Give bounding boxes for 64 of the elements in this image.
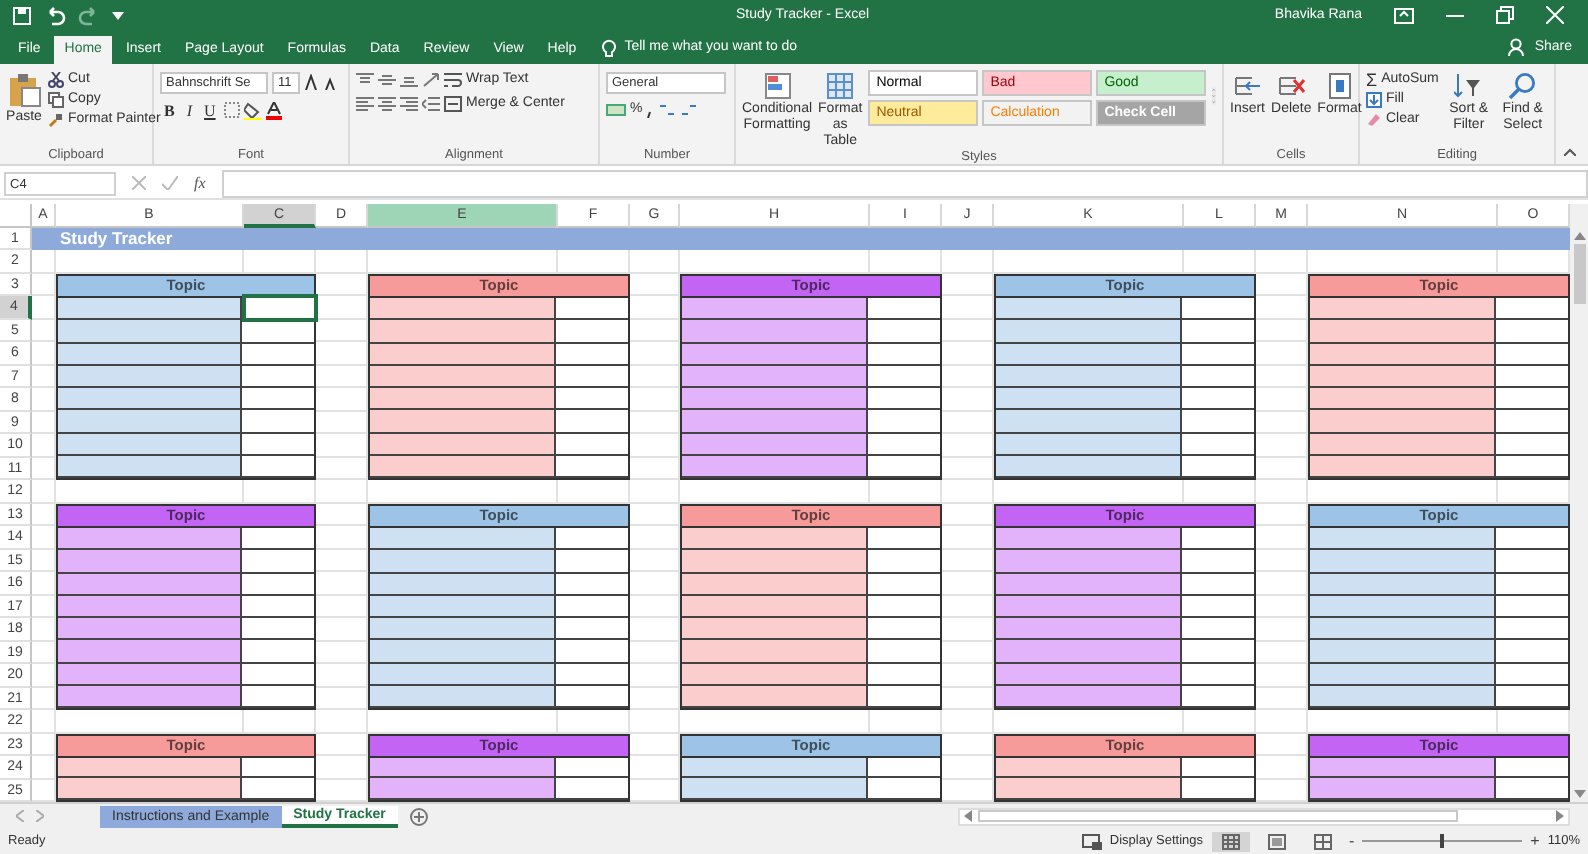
decrease-decimal-icon[interactable] — [680, 101, 699, 118]
grow-font-icon[interactable] — [304, 74, 320, 91]
merge-center-icon — [444, 95, 462, 112]
decrease-indent-icon[interactable] — [422, 95, 440, 112]
search-icon — [1508, 71, 1537, 100]
table-icon — [826, 71, 855, 100]
insert-function-button[interactable]: fx — [194, 174, 206, 193]
checkmark-icon[interactable] — [162, 176, 178, 191]
align-bottom-icon[interactable] — [400, 71, 418, 88]
wrap-text-icon — [444, 71, 462, 88]
add-sheet-icon[interactable] — [409, 807, 428, 826]
clipboard-icon[interactable] — [6, 71, 42, 108]
currency-icon[interactable] — [606, 101, 626, 118]
zoom-out-button[interactable]: - — [1349, 832, 1355, 851]
paintbrush-icon — [48, 111, 64, 128]
restore-icon[interactable] — [1496, 6, 1514, 25]
insert-cells-icon — [1233, 71, 1262, 100]
sheet-title: Study Tracker — [32, 227, 1570, 251]
zoom-slider-thumb[interactable] — [1440, 834, 1445, 849]
fill-color-icon[interactable] — [243, 101, 262, 120]
previous-sheet-icon[interactable] — [16, 810, 24, 823]
format-cells-icon — [1325, 71, 1354, 100]
person-icon — [1508, 38, 1525, 57]
copy-icon — [48, 91, 64, 108]
formula-input-field[interactable] — [221, 169, 1588, 198]
undo-icon[interactable] — [44, 5, 66, 26]
align-top-icon[interactable] — [356, 71, 374, 88]
fill-down-icon — [1366, 91, 1382, 108]
scrollbar-thumb[interactable] — [1573, 243, 1585, 304]
scroll-right-icon[interactable] — [1556, 810, 1564, 823]
sigma-icon: Σ — [1366, 71, 1378, 88]
delete-cells-icon — [1277, 71, 1306, 100]
borders-icon[interactable] — [223, 102, 240, 119]
scissors-icon — [48, 71, 64, 88]
sort-filter-icon — [1454, 71, 1483, 100]
vertical-scrollbar[interactable] — [1570, 203, 1588, 803]
conditional-formatting-icon — [763, 71, 792, 100]
save-icon[interactable] — [12, 5, 32, 26]
shrink-font-icon[interactable] — [324, 75, 338, 90]
caret-icon[interactable] — [112, 9, 124, 22]
align-right-icon[interactable] — [400, 95, 418, 112]
horizontal-scrollbar[interactable] — [958, 807, 1570, 826]
underline-button[interactable]: U — [200, 101, 220, 120]
font-color-icon[interactable] — [265, 101, 282, 120]
eraser-icon — [1366, 111, 1382, 128]
italic-button[interactable]: I — [182, 101, 197, 120]
normal-view-icon[interactable] — [1211, 831, 1249, 852]
next-sheet-icon[interactable] — [36, 810, 44, 823]
increase-decimal-icon[interactable] — [658, 101, 677, 118]
align-middle-icon[interactable] — [378, 71, 396, 88]
scroll-left-icon[interactable] — [964, 810, 972, 823]
scrollbar-thumb[interactable] — [978, 810, 1458, 823]
close-icon[interactable] — [1546, 6, 1564, 25]
ribbon-display-icon[interactable] — [1394, 7, 1414, 24]
display-settings-icon — [1081, 833, 1102, 850]
active-cell-border — [242, 294, 318, 322]
align-center-icon[interactable] — [378, 95, 396, 112]
align-left-icon[interactable] — [356, 95, 374, 112]
bold-button[interactable]: B — [160, 101, 179, 120]
redo-icon[interactable] — [78, 5, 100, 26]
collapse-ribbon-icon[interactable] — [1564, 147, 1576, 156]
orientation-icon[interactable] — [422, 71, 440, 88]
zoom-in-button[interactable]: + — [1530, 832, 1540, 851]
lightbulb-icon — [602, 37, 617, 58]
